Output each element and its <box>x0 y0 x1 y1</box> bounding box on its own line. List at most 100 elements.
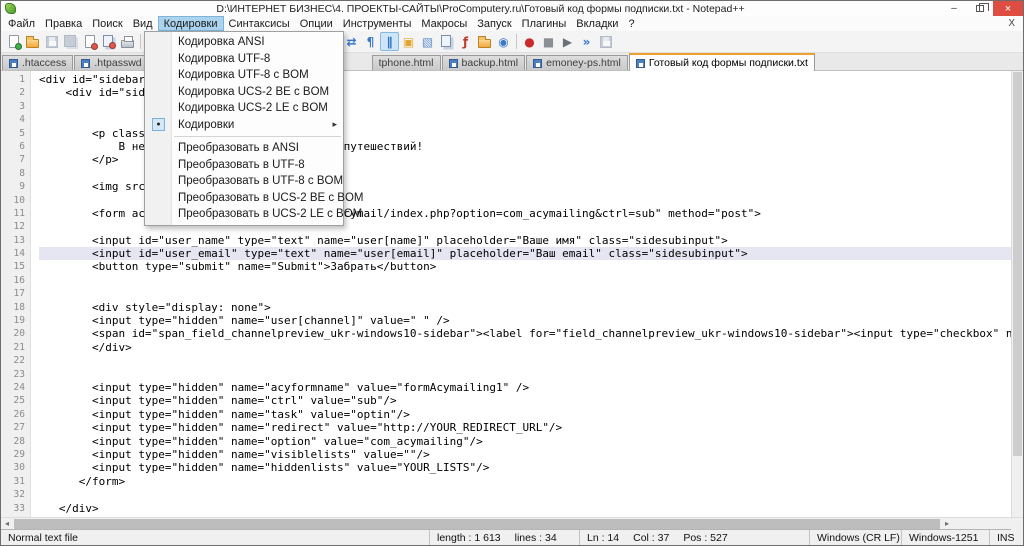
code-line[interactable]: <input type="hidden" name="task" value="… <box>39 408 1011 421</box>
menu-item-label: Кодировка ANSI <box>172 36 343 48</box>
menu-item-label: Кодировка UCS-2 LE с BOM <box>172 102 343 114</box>
line-number: 8 <box>1 167 30 180</box>
menu-item-label: Преобразовать в ANSI <box>172 142 343 154</box>
horizontal-scrollbar[interactable]: ◂ ▸ <box>1 517 1023 529</box>
define-language-icon[interactable]: ▣ <box>399 32 418 51</box>
code-line[interactable]: <span id="span_field_channelpreview_ukr-… <box>39 327 1011 340</box>
code-line[interactable]: <input type="hidden" name="visiblelists"… <box>39 448 1011 461</box>
status-length-lines: length : 1 613 lines : 34 <box>429 530 579 545</box>
macro-play-icon[interactable]: ▶ <box>558 32 577 51</box>
encoding-menu-item[interactable]: Кодировка ANSI <box>145 34 343 51</box>
menu-item-Синтаксисы[interactable]: Синтаксисы <box>224 16 295 31</box>
code-line[interactable]: <input id="user_name" type="text" name="… <box>39 234 1011 247</box>
code-line-current[interactable]: <input id="user_email" type="text" name=… <box>39 247 1011 260</box>
encoding-menu-item[interactable]: Преобразовать в UTF-8 <box>145 157 343 174</box>
new-file-icon-dot <box>15 43 22 50</box>
minimize-button[interactable]: – <box>941 1 967 16</box>
menu-item-Кодировки[interactable]: Кодировки <box>158 16 224 31</box>
print-icon[interactable] <box>118 32 137 51</box>
scroll-right-arrow-icon[interactable]: ▸ <box>941 518 953 530</box>
save-all-icon[interactable] <box>61 32 80 51</box>
menu-item-Вид[interactable]: Вид <box>128 16 158 31</box>
line-number: 25 <box>1 394 30 407</box>
close-button[interactable]: × <box>993 1 1023 16</box>
code-line[interactable] <box>39 488 1011 501</box>
menu-item-Запуск[interactable]: Запуск <box>472 16 516 31</box>
menu-item-Макросы[interactable]: Макросы <box>416 16 472 31</box>
encoding-menu-item[interactable]: Кодировка UTF-8 <box>145 51 343 68</box>
menu-item-Вкладки[interactable]: Вкладки <box>571 16 623 31</box>
code-line[interactable]: <input type="hidden" name="hiddenlists" … <box>39 461 1011 474</box>
line-number: 12 <box>1 220 30 233</box>
line-number: 11 <box>1 207 30 220</box>
word-wrap-icon[interactable]: ⇄ <box>342 32 361 51</box>
encoding-menu-item[interactable]: Преобразовать в ANSI <box>145 140 343 157</box>
code-line[interactable]: </div> <box>39 341 1011 354</box>
show-all-characters-icon[interactable]: ¶ <box>361 32 380 51</box>
folder-workspace-icon[interactable] <box>475 32 494 51</box>
horizontal-scrollbar-thumb[interactable] <box>14 519 940 529</box>
encoding-menu-item[interactable]: Преобразовать в UCS-2 BE с BOM <box>145 190 343 207</box>
line-number: 33 <box>1 502 30 515</box>
function-list-icon[interactable]: ƒ <box>456 32 475 51</box>
tab[interactable]: emoney-ps.html <box>526 55 628 70</box>
document-map-icon[interactable]: ▧ <box>418 32 437 51</box>
code-line[interactable] <box>39 274 1011 287</box>
code-line[interactable] <box>39 368 1011 381</box>
tab-active[interactable]: Готовый код формы подписки.txt <box>629 53 815 71</box>
menu-bar: ФайлПравкаПоискВидКодировкиСинтаксисыОпц… <box>1 16 1023 31</box>
code-line[interactable]: </form> <box>39 475 1011 488</box>
encoding-menu-item[interactable]: ●Кодировки▸ <box>145 117 343 134</box>
encoding-menu-item[interactable]: Кодировка UTF-8 с BOM <box>145 67 343 84</box>
menu-item-Файл[interactable]: Файл <box>3 16 40 31</box>
new-file-icon[interactable] <box>4 32 23 51</box>
encoding-menu-item[interactable]: Кодировка UCS-2 BE с BOM <box>145 84 343 101</box>
close-file-icon[interactable] <box>80 32 99 51</box>
doc-close-x[interactable]: X <box>1000 18 1023 29</box>
status-doc-type: Normal text file <box>1 530 429 545</box>
indent-guide-icon[interactable]: ∥ <box>380 32 399 51</box>
close-all-icon[interactable] <box>99 32 118 51</box>
code-line[interactable]: <button type="submit" name="Submit">Забр… <box>39 260 1011 273</box>
menu-item-Правка[interactable]: Правка <box>40 16 87 31</box>
tab[interactable]: tphone.html <box>372 55 441 70</box>
macro-record-icon[interactable]: ● <box>520 32 539 51</box>
restore-button[interactable] <box>967 1 993 16</box>
code-line[interactable]: <input type="hidden" name="acyformname" … <box>39 381 1011 394</box>
code-line[interactable]: <input type="hidden" name="user[channel]… <box>39 314 1011 327</box>
tab[interactable]: .htaccess <box>2 55 73 70</box>
menu-item-Опции[interactable]: Опции <box>295 16 338 31</box>
bookmark-margin <box>31 71 39 517</box>
code-line[interactable]: <input type="hidden" name="ctrl" value="… <box>39 394 1011 407</box>
status-cursor: Ln : 14 Col : 37 Pos : 527 <box>579 530 809 545</box>
menu-item-Плагины[interactable]: Плагины <box>517 16 572 31</box>
macro-stop-icon[interactable]: ■ <box>539 32 558 51</box>
encoding-menu-item[interactable]: Кодировка UCS-2 LE с BOM <box>145 100 343 117</box>
code-line[interactable]: <input type="hidden" name="redirect" val… <box>39 421 1011 434</box>
line-number: 28 <box>1 435 30 448</box>
document-switcher-icon[interactable] <box>437 32 456 51</box>
tab[interactable]: backup.html <box>442 55 526 70</box>
menu-item-Инструменты[interactable]: Инструменты <box>338 16 417 31</box>
line-number: 19 <box>1 314 30 327</box>
line-number: 15 <box>1 260 30 273</box>
code-line[interactable]: <div style="display: none"> <box>39 301 1011 314</box>
vertical-scrollbar-thumb[interactable] <box>1013 72 1022 456</box>
menu-item-?[interactable]: ? <box>623 16 639 31</box>
macro-run-multiple-icon[interactable]: » <box>577 32 596 51</box>
code-line[interactable] <box>39 287 1011 300</box>
monitoring-icon[interactable]: ◉ <box>494 32 513 51</box>
code-line[interactable]: <input type="hidden" name="option" value… <box>39 435 1011 448</box>
encoding-menu-item[interactable]: Преобразовать в UCS-2 LE с BOM <box>145 206 343 223</box>
code-line[interactable]: </div> <box>39 502 1011 515</box>
save-icon[interactable] <box>42 32 61 51</box>
open-file-icon[interactable] <box>23 32 42 51</box>
scroll-left-arrow-icon[interactable]: ◂ <box>1 518 13 530</box>
macro-save-icon[interactable] <box>596 32 615 51</box>
menu-item-Поиск[interactable]: Поиск <box>87 16 127 31</box>
tab[interactable]: .htpasswd <box>74 55 148 70</box>
vertical-scrollbar[interactable] <box>1011 71 1023 517</box>
encoding-menu-item[interactable]: Преобразовать в UTF-8 с BOM <box>145 173 343 190</box>
code-line[interactable] <box>39 354 1011 367</box>
line-number: 16 <box>1 274 30 287</box>
